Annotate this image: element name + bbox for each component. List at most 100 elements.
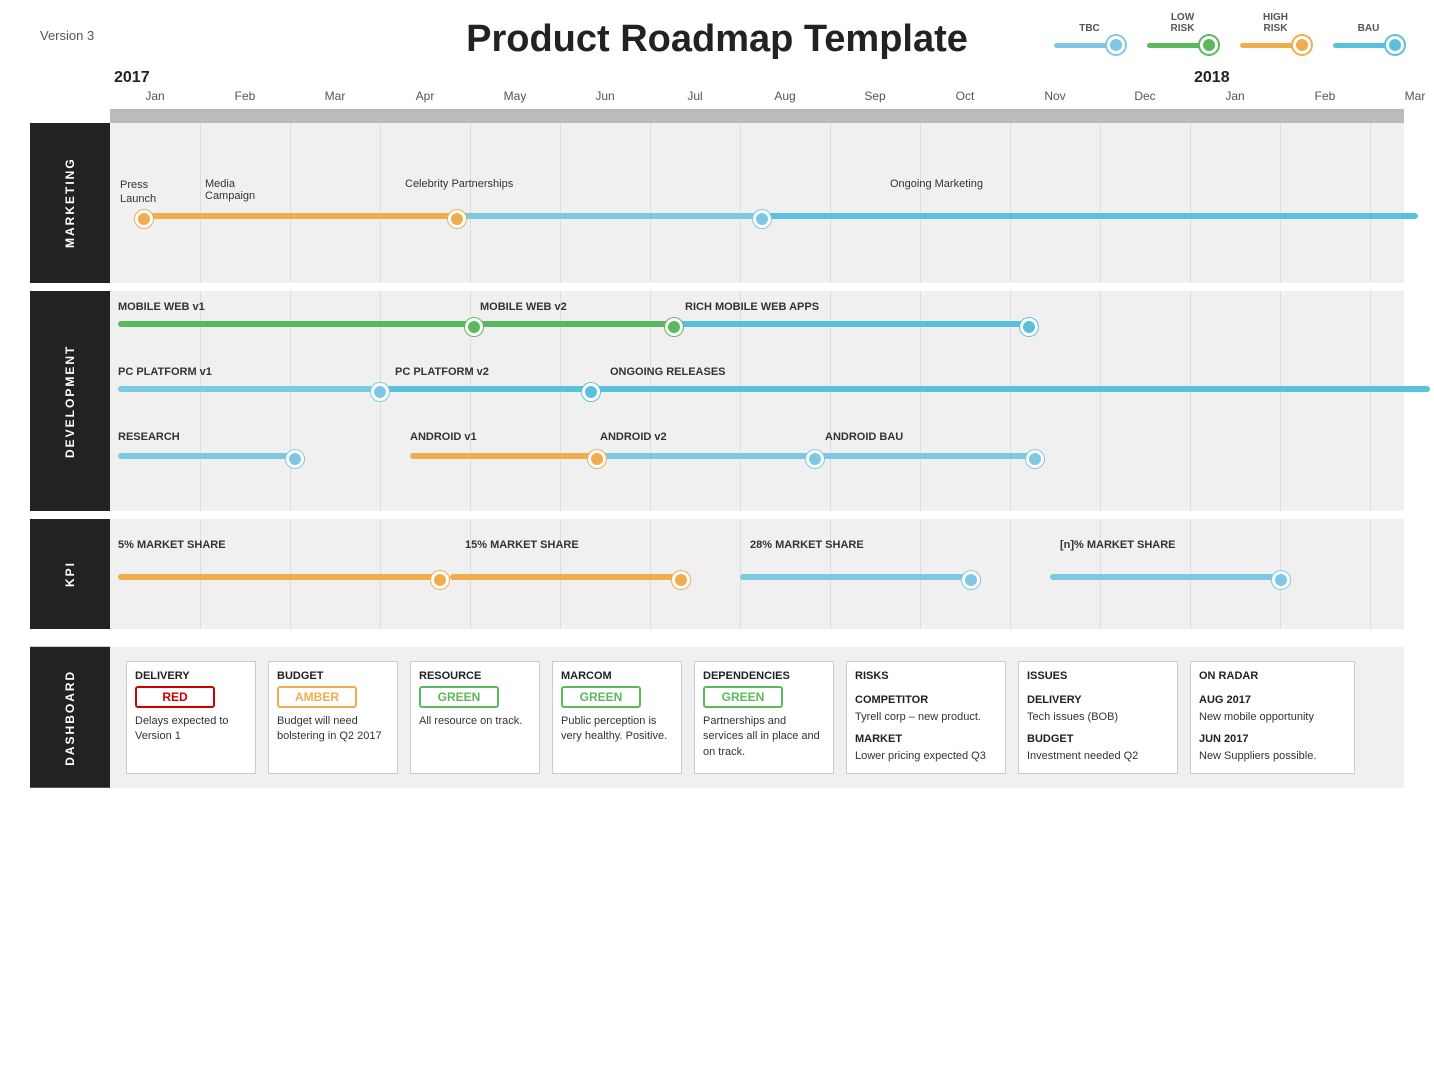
- month-jul17: Jul: [650, 87, 740, 105]
- ongoing-releases-label: ONGOING RELEASES: [610, 366, 726, 378]
- risks-title: RISKS: [855, 670, 997, 682]
- legend-high-risk: HIGHRISK: [1240, 12, 1311, 54]
- celebrity-bar: [452, 213, 762, 219]
- radar-item-2: JUN 2017 New Suppliers possible.: [1199, 733, 1346, 764]
- month-sep17: Sep: [830, 87, 920, 105]
- dot-android-bau-end: [1026, 450, 1044, 468]
- kpi-15pct-bar: [450, 574, 680, 580]
- kpi-npct-bar: [1050, 574, 1280, 580]
- media-campaign-label: MediaCampaign: [205, 178, 255, 202]
- month-feb18: Feb: [1280, 87, 1370, 105]
- month-nov17: Nov: [1010, 87, 1100, 105]
- celebrity-label: Celebrity Partnerships: [405, 178, 513, 190]
- issues-title: ISSUES: [1027, 670, 1169, 682]
- dot-kpi-5pct: [431, 571, 449, 589]
- legend-low-risk-label: LOWRISK: [1171, 12, 1195, 34]
- risk-item-2: MARKET Lower pricing expected Q3: [855, 733, 997, 764]
- budget-text: Budget will need bolstering in Q2 2017: [277, 714, 389, 745]
- month-may17: May: [470, 87, 560, 105]
- radar-2-title: JUN 2017: [1199, 733, 1346, 745]
- kpi-28pct-label: 28% MARKET SHARE: [750, 539, 864, 551]
- issue-2-title: BUDGET: [1027, 733, 1169, 745]
- issue-item-2: BUDGET Investment needed Q2: [1027, 733, 1169, 764]
- risks-card: RISKS COMPETITOR Tyrell corp – new produ…: [846, 661, 1006, 774]
- rich-mobile-bar: [673, 321, 1028, 327]
- mobile-web-v2-bar: [473, 321, 673, 327]
- month-oct17: Oct: [920, 87, 1010, 105]
- legend: TBC LOWRISK HIGHRISK BAU: [1054, 12, 1404, 54]
- dependencies-card: DEPENDENCIES GREEN Partnerships and serv…: [694, 661, 834, 774]
- dot-kpi-15pct: [672, 571, 690, 589]
- resource-text: All resource on track.: [419, 714, 531, 729]
- dependencies-title: DEPENDENCIES: [703, 670, 825, 682]
- marcom-text: Public perception is very healthy. Posit…: [561, 714, 673, 745]
- kpi-28pct-bar: [740, 574, 970, 580]
- ongoing-bar: [758, 213, 1418, 219]
- legend-bau-label: BAU: [1358, 23, 1380, 34]
- delivery-status: RED: [135, 686, 215, 708]
- kpi-5pct-label: 5% MARKET SHARE: [118, 539, 226, 551]
- radar-1-text: New mobile opportunity: [1199, 710, 1346, 725]
- dot-celebrity-end: [753, 210, 771, 228]
- resource-title: RESOURCE: [419, 670, 531, 682]
- mobile-web-v2-label: MOBILE WEB v2: [480, 301, 567, 313]
- risk-2-text: Lower pricing expected Q3: [855, 749, 997, 764]
- year-2018: 2018: [1190, 69, 1434, 87]
- risk-item-1: COMPETITOR Tyrell corp – new product.: [855, 694, 997, 725]
- risk-1-text: Tyrell corp – new product.: [855, 710, 997, 725]
- dot-kpi-npct: [1272, 571, 1290, 589]
- dot-media-campaign-end: [448, 210, 466, 228]
- dot-mobile-v1-end: [465, 318, 483, 336]
- mobile-web-v1-label: MOBILE WEB v1: [118, 301, 205, 313]
- dot-android-v2-end: [806, 450, 824, 468]
- section-marketing-label: MARKETING: [30, 123, 110, 283]
- dot-android-v1-end: [588, 450, 606, 468]
- legend-tbc-label: TBC: [1079, 23, 1100, 34]
- pc-v2-label: PC PLATFORM v2: [395, 366, 489, 378]
- month-jun17: Jun: [560, 87, 650, 105]
- dashboard-label: DASHBOARD: [30, 647, 110, 788]
- dot-kpi-28pct: [962, 571, 980, 589]
- dot-pc-v2-end: [582, 383, 600, 401]
- dot-press-launch: [135, 210, 153, 228]
- marcom-status: GREEN: [561, 686, 641, 708]
- budget-title: BUDGET: [277, 670, 389, 682]
- month-apr17: Apr: [380, 87, 470, 105]
- marcom-title: MARCOM: [561, 670, 673, 682]
- ongoing-releases-bar: [590, 386, 1430, 392]
- radar-1-title: AUG 2017: [1199, 694, 1346, 706]
- radar-2-text: New Suppliers possible.: [1199, 749, 1346, 764]
- risk-2-title: MARKET: [855, 733, 997, 745]
- android-bau-bar: [813, 453, 1033, 459]
- section-development-label: DEVELOPMENT: [30, 291, 110, 511]
- press-launch-label: PressLaunch: [120, 178, 156, 207]
- android-v2-bar: [598, 453, 813, 459]
- research-bar: [118, 453, 293, 459]
- month-mar18: Mar: [1370, 87, 1434, 105]
- android-v1-bar: [410, 453, 595, 459]
- android-v2-label: ANDROID v2: [600, 431, 667, 443]
- issue-1-title: DELIVERY: [1027, 694, 1169, 706]
- dot-rich-mobile-end: [1020, 318, 1038, 336]
- onradar-title: ON RADAR: [1199, 670, 1346, 682]
- media-campaign-bar: [135, 213, 455, 219]
- radar-item-1: AUG 2017 New mobile opportunity: [1199, 694, 1346, 725]
- kpi-npct-label: [n]% MARKET SHARE: [1060, 539, 1176, 551]
- mobile-web-v1-bar: [118, 321, 473, 327]
- ongoing-marketing-label: Ongoing Marketing: [890, 178, 983, 190]
- issues-card: ISSUES DELIVERY Tech issues (BOB) BUDGET…: [1018, 661, 1178, 774]
- issue-1-text: Tech issues (BOB): [1027, 710, 1169, 725]
- dot-research-end: [286, 450, 304, 468]
- onradar-card: ON RADAR AUG 2017 New mobile opportunity…: [1190, 661, 1355, 774]
- dashboard-row: DASHBOARD DELIVERY RED Delays expected t…: [30, 647, 1404, 788]
- rich-mobile-label: RICH MOBILE WEB APPS: [685, 301, 819, 313]
- dependencies-status: GREEN: [703, 686, 783, 708]
- delivery-card: DELIVERY RED Delays expected to Version …: [126, 661, 256, 774]
- legend-tbc: TBC: [1054, 23, 1125, 54]
- pc-v1-label: PC PLATFORM v1: [118, 366, 212, 378]
- budget-status: AMBER: [277, 686, 357, 708]
- budget-card: BUDGET AMBER Budget will need bolstering…: [268, 661, 398, 774]
- month-jan18: Jan: [1190, 87, 1280, 105]
- version-label: Version 3: [40, 28, 94, 43]
- resource-status: GREEN: [419, 686, 499, 708]
